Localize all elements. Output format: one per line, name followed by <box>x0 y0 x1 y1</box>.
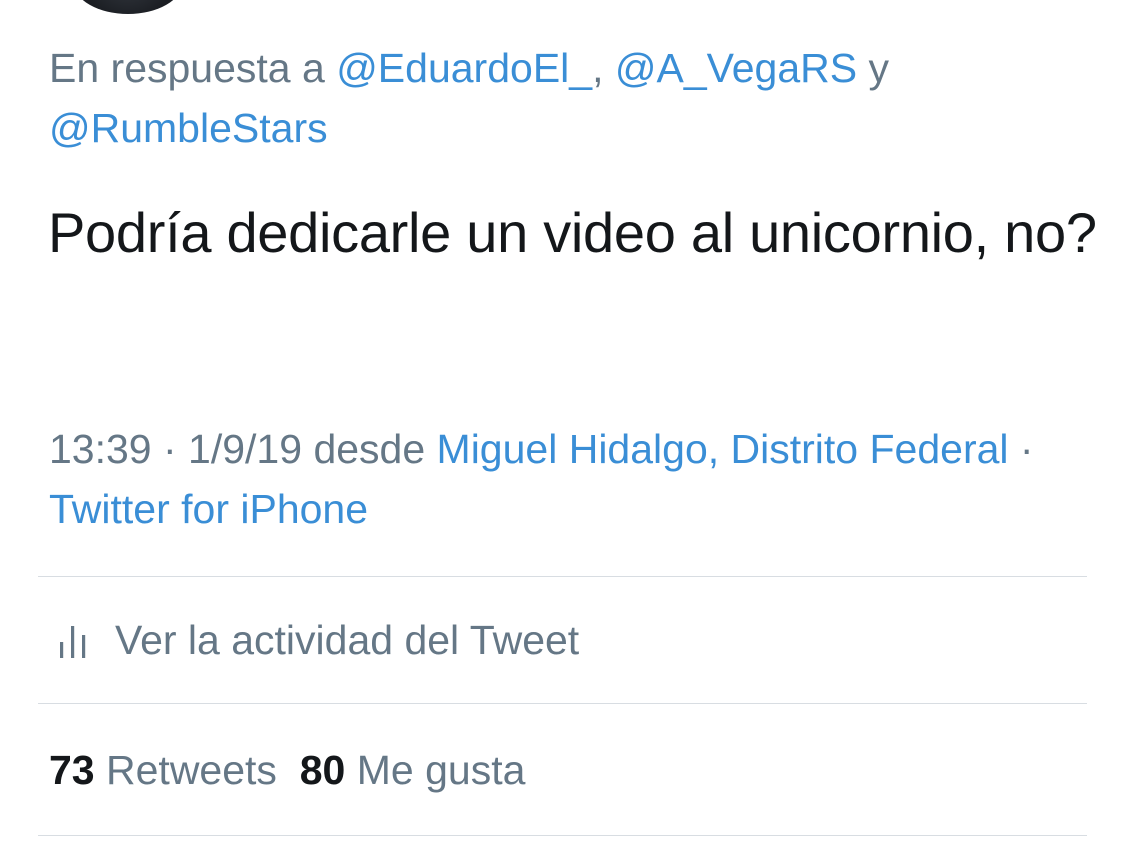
tweet-text: Podría dedicarle un video al unicornio, … <box>48 201 1097 264</box>
tweet-meta: 13:39 · 1/9/19 desde Miguel Hidalgo, Dis… <box>49 419 1089 539</box>
reply-conjunction: y <box>857 45 889 91</box>
reply-prefix: En respuesta a <box>49 45 337 91</box>
divider <box>38 703 1087 704</box>
view-tweet-activity-button[interactable]: Ver la actividad del Tweet <box>38 577 1087 703</box>
reply-separator: , <box>592 45 615 91</box>
mention-link-rumblestars[interactable]: @RumbleStars <box>49 105 328 151</box>
retweets-count: 73 <box>49 747 95 793</box>
from-label: desde <box>302 426 437 472</box>
likes-count: 80 <box>299 747 346 793</box>
likes-stat[interactable]: 80 Me gusta <box>300 747 526 793</box>
tweet-stats: 73 Retweets 80 Me gusta <box>49 742 525 798</box>
mention-link-avegars[interactable]: @A_VegaRS <box>615 45 857 91</box>
client-link[interactable]: Twitter for iPhone <box>49 486 368 532</box>
reply-context: En respuesta a @EduardoEl_, @A_VegaRS y … <box>49 38 1089 158</box>
tweet-time: 13:39 <box>49 426 152 472</box>
retweets-label: Retweets <box>106 747 277 793</box>
tweet-date: 1/9/19 <box>188 426 303 472</box>
meta-dot: · <box>151 426 189 472</box>
meta-dot: · <box>1008 426 1034 472</box>
bar-chart-icon <box>57 622 89 658</box>
retweets-stat[interactable]: 73 Retweets <box>49 747 277 793</box>
mention-link-eduardoel[interactable]: @EduardoEl_ <box>336 45 592 91</box>
location-link[interactable]: Miguel Hidalgo, Distrito Federal <box>437 426 1009 472</box>
view-activity-label: Ver la actividad del Tweet <box>115 616 580 663</box>
divider <box>38 835 1087 836</box>
avatar[interactable] <box>74 0 182 14</box>
likes-label: Me gusta <box>356 747 526 793</box>
